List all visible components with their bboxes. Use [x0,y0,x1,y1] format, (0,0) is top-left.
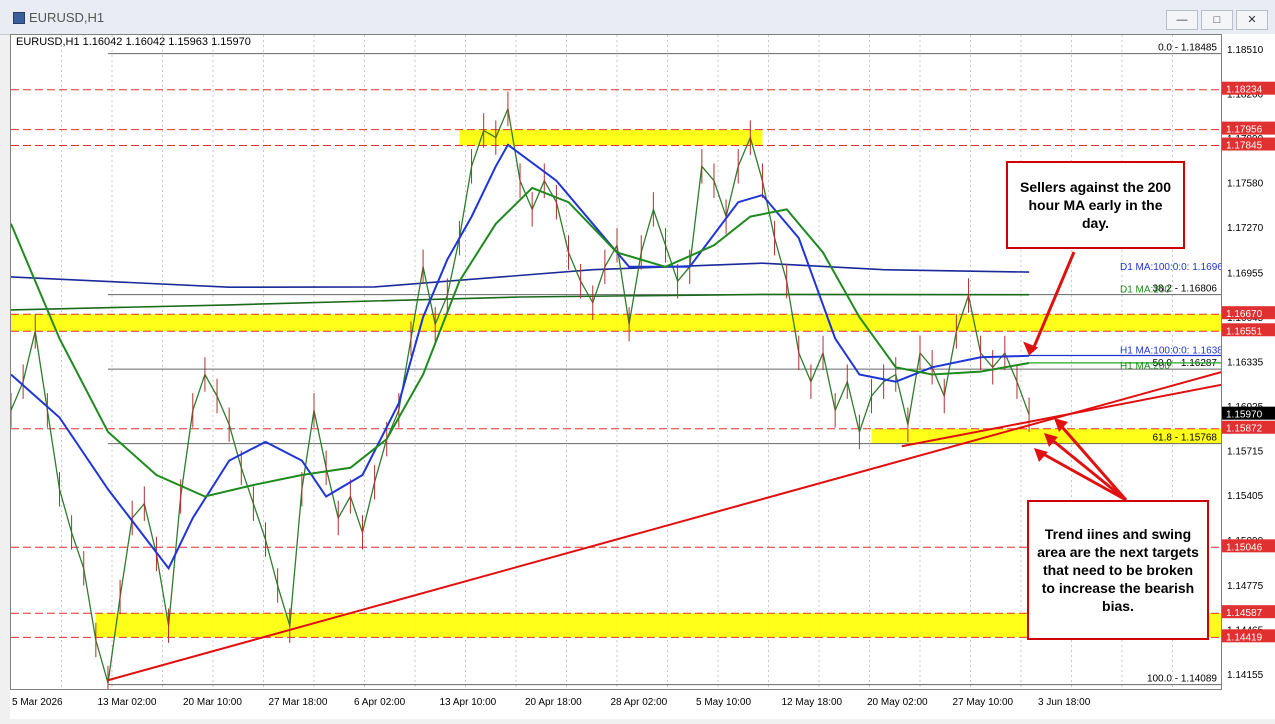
sellers-annotation: Sellers against the 200 hour MA early in… [1006,161,1185,249]
annotation-arrow [1030,251,1076,353]
price-level-tag-label: 1.15872 [1226,424,1263,435]
chart-window-icon [13,12,25,24]
ma-label: D1 MA:100:0:0: 1.16963 [1120,262,1222,273]
d1-ma-200-line [11,293,1030,311]
chart-symbol-header: EURUSD,H1 1.16042 1.16042 1.15963 1.1597… [16,36,251,48]
price-level-tag-label: 1.17845 [1226,141,1263,152]
price-axis-svg: 1.185101.182001.178901.175801.172701.169… [1222,45,1275,681]
d1-ma-100-line [11,262,1030,289]
price-level-tag-label: 1.16551 [1226,326,1263,337]
price-axis[interactable]: 1.185101.182001.178901.175801.172701.169… [1222,34,1275,690]
x-tick-label: 20 May 02:00 [867,697,928,708]
y-tick-label: 1.17580 [1227,179,1264,190]
fibonacci-label: 61.8 - 1.15768 [1153,433,1218,444]
ma-label: H1 MA:200 [1120,361,1170,372]
price-level-tag-label: 1.15046 [1226,542,1263,553]
price-level-tag-label: 1.14587 [1226,608,1263,619]
window-titlebar: EURUSD,H1 — □ ✕ [0,0,1275,35]
x-tick-label: 13 Mar 02:00 [98,697,157,708]
price-level-tag-label: 1.18234 [1226,85,1263,96]
current-price-label: 1.15970 [1226,410,1263,421]
x-tick-label: 27 Mar 18:00 [269,697,328,708]
x-tick-label: 20 Mar 10:00 [183,697,242,708]
y-tick-label: 1.14775 [1227,581,1264,592]
ma-label: H1 MA:100:0:0: 1.16382 [1120,346,1222,357]
x-tick-label: 20 Apr 18:00 [525,697,582,708]
y-tick-label: 1.16335 [1227,357,1264,368]
swing-zone [459,129,763,146]
price-level-tag-label: 1.17956 [1226,125,1263,136]
x-tick-label: 3 Jun 18:00 [1038,697,1091,708]
close-button[interactable]: ✕ [1236,10,1268,30]
time-axis-svg: 5 Mar 2026 13 Mar 02:00 20 Mar 10:00 27 Mar… [12,697,1091,708]
x-tick-label: 28 Apr 02:00 [611,697,668,708]
trendline-annotation: Trend iines and swing area are the next … [1027,500,1209,640]
x-tick-label: 6 Apr 02:00 [354,697,406,708]
h1-ma-100-line [11,143,1030,571]
minimize-button[interactable]: — [1166,10,1198,30]
price-level-tag-label: 1.14419 [1226,632,1263,643]
window-title: EURUSD,H1 [29,10,105,25]
h1-ma-200-line [11,186,1030,498]
y-tick-label: 1.15715 [1227,446,1264,457]
x-tick-label: 27 May 10:00 [953,697,1014,708]
restore-button[interactable]: □ [1201,10,1233,30]
price-level-tag-label: 1.16670 [1226,309,1263,320]
fibonacci-label: 100.0 - 1.14089 [1147,674,1217,685]
ma-label: D1 MA:200 [1120,285,1170,296]
time-axis[interactable]: 5 Mar 2026 13 Mar 02:00 20 Mar 10:00 27 Mar… [10,690,1275,719]
x-tick-label: 13 Apr 10:00 [440,697,497,708]
y-tick-label: 1.18510 [1227,45,1264,56]
fibonacci-label: 0.0 - 1.18485 [1158,43,1217,54]
x-tick-label: 5 May 10:00 [696,697,751,708]
y-tick-label: 1.15405 [1227,491,1264,502]
annotation-arrow [1035,448,1127,502]
annotation-arrow [1045,433,1127,502]
x-tick-label: 5 Mar 2026 [12,697,63,708]
y-tick-label: 1.16955 [1227,268,1264,279]
x-tick-label: 12 May 18:00 [782,697,843,708]
y-tick-label: 1.17270 [1227,223,1264,234]
y-tick-label: 1.14155 [1227,670,1264,681]
